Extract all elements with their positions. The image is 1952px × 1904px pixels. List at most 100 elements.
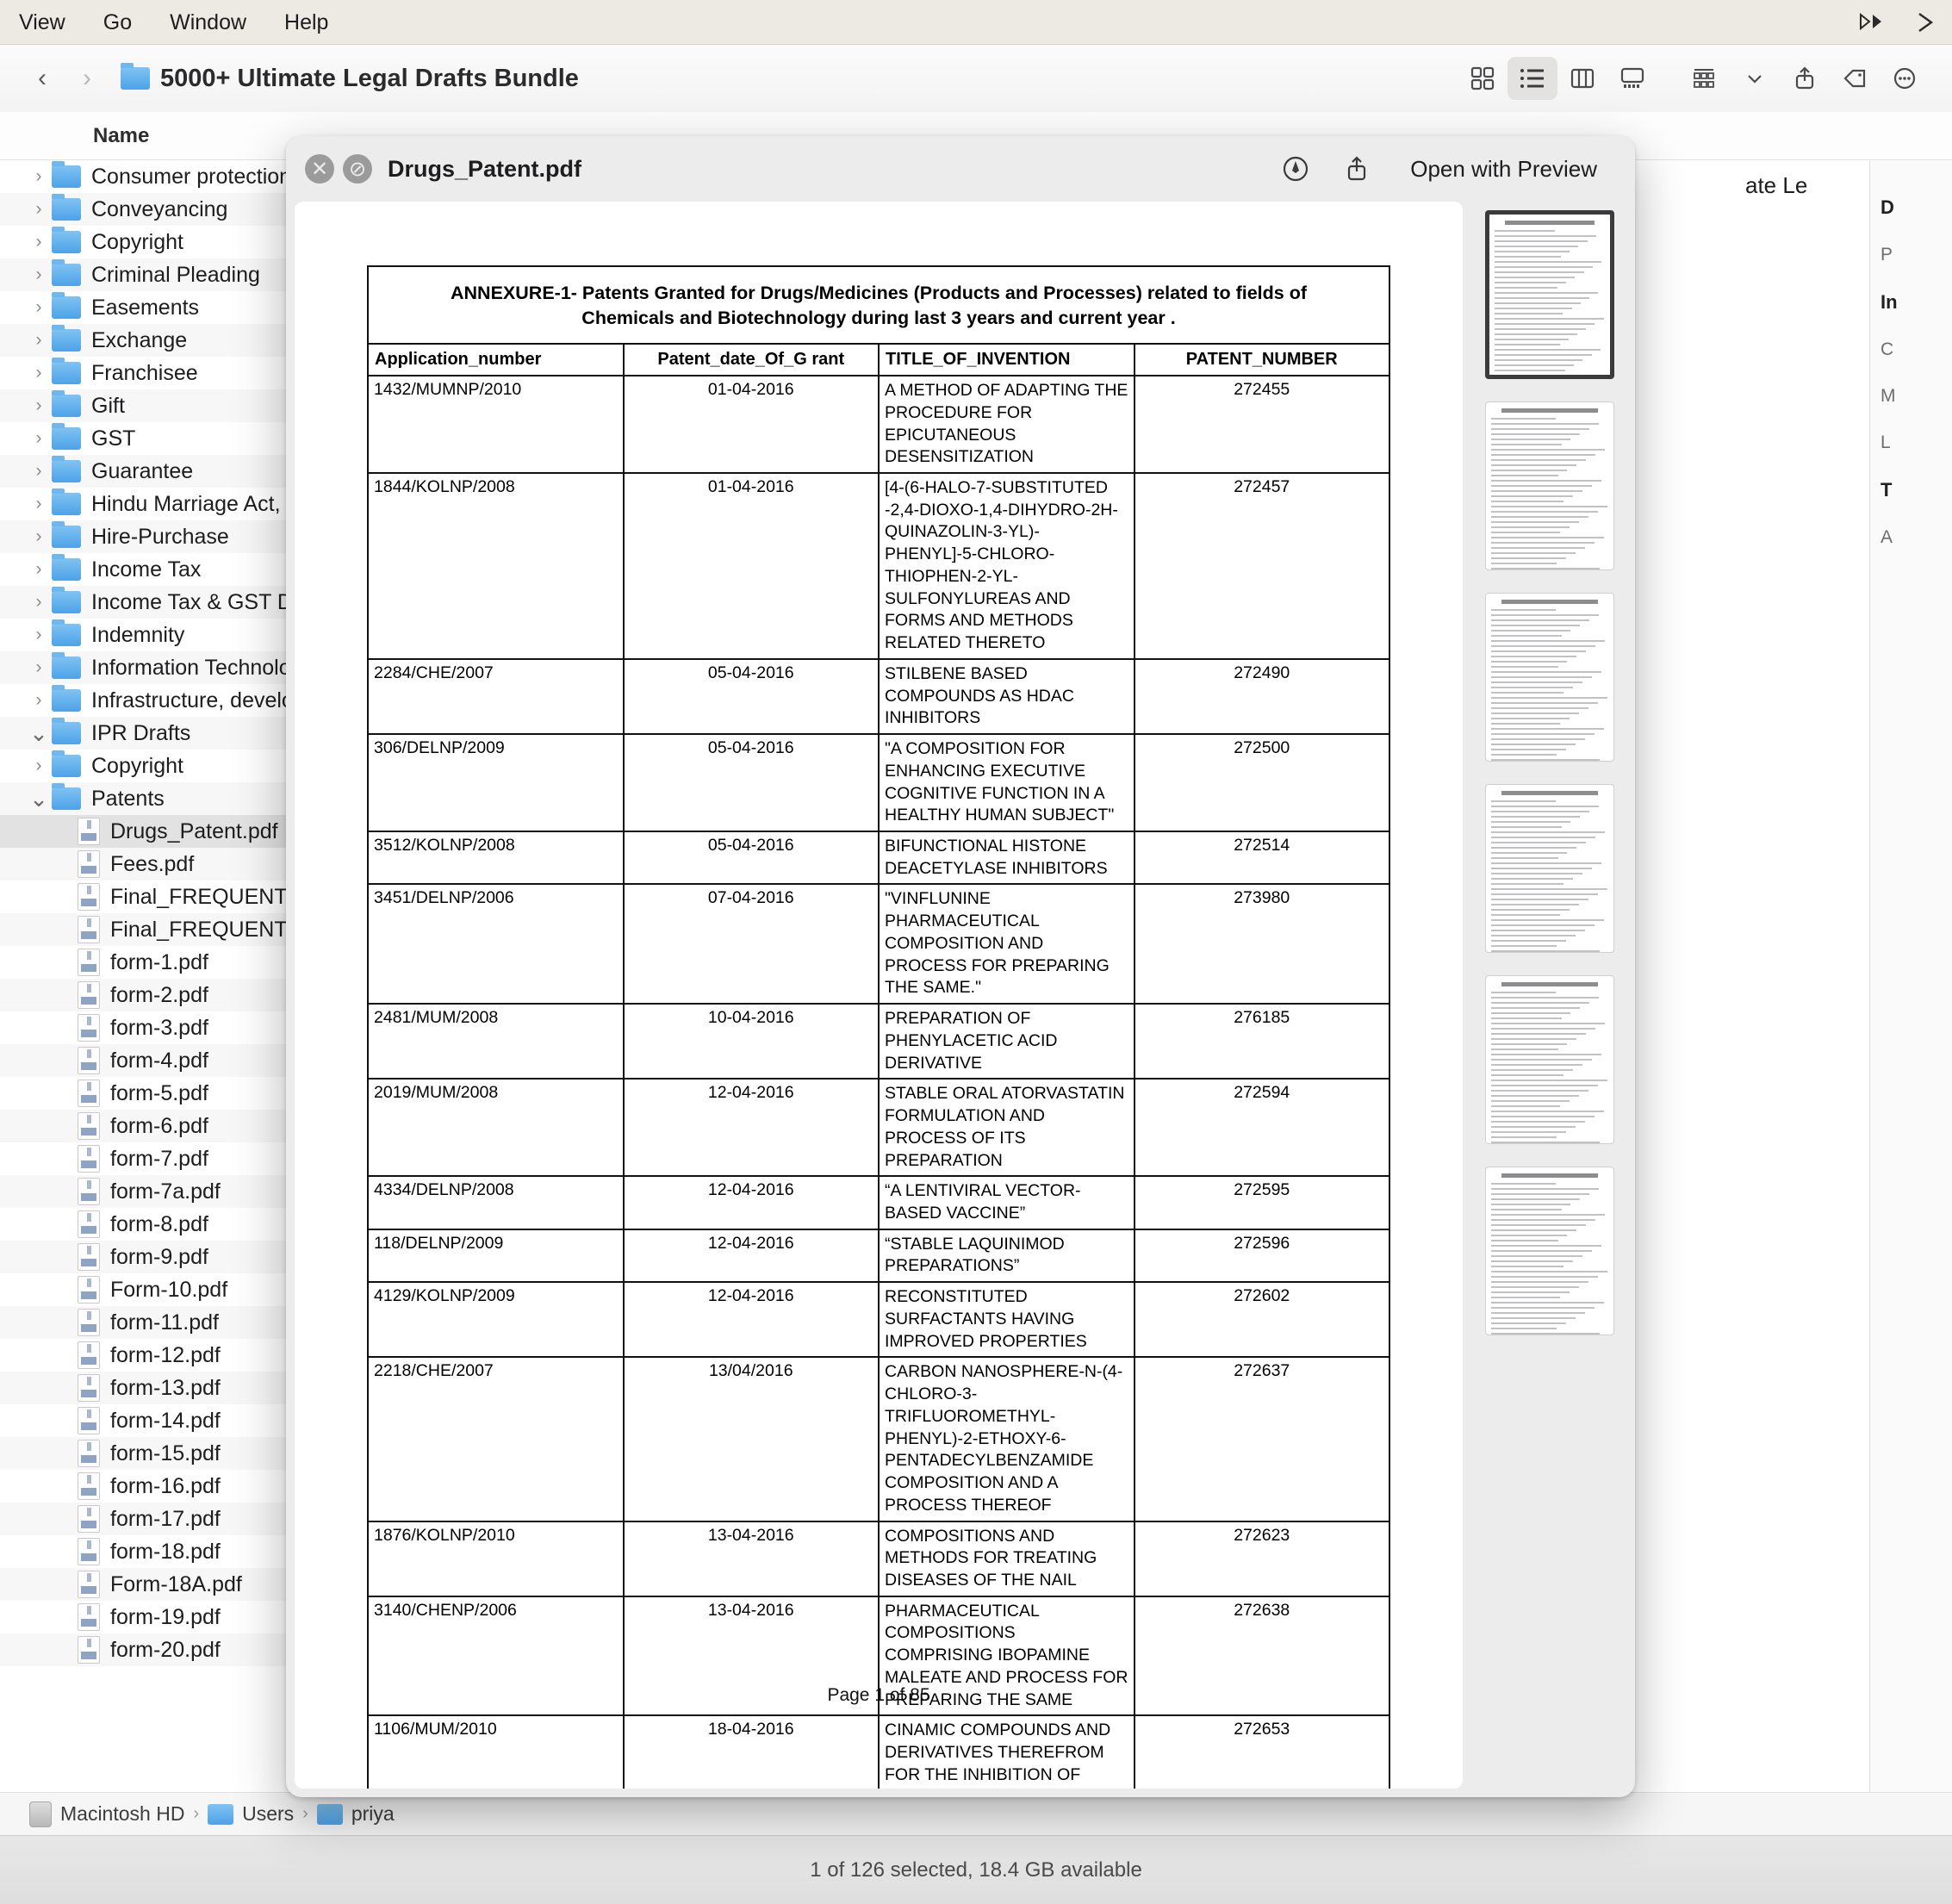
table-cell: 276185 <box>1133 1003 1390 1080</box>
thumbnail-text-line <box>1491 1209 1562 1210</box>
chevron-down-icon[interactable]: ⌄ <box>26 722 52 744</box>
chevron-right-icon[interactable]: › <box>26 330 52 351</box>
column-header-name[interactable]: Name <box>93 124 149 148</box>
table-cell: 05-04-2016 <box>622 830 880 886</box>
menu-item-window[interactable]: Window <box>151 0 265 45</box>
page-thumbnail[interactable] <box>1485 401 1614 570</box>
open-with-preview-button[interactable]: Open with Preview <box>1391 147 1616 190</box>
page-thumbnail[interactable] <box>1485 784 1614 953</box>
folder-icon <box>52 194 81 221</box>
chevron-right-icon[interactable]: › <box>26 526 52 547</box>
chevron-right-icon[interactable]: › <box>26 264 52 285</box>
chevron-down-icon[interactable] <box>1730 57 1780 100</box>
thumbnail-text-line <box>1491 992 1556 993</box>
table-cell: 13/04/2016 <box>622 1356 880 1522</box>
close-icon[interactable]: ✕ <box>305 154 334 184</box>
column-view-button[interactable] <box>1557 57 1607 100</box>
share-button[interactable] <box>1780 57 1830 100</box>
view-mode-group <box>1458 57 1657 100</box>
group-by-button[interactable] <box>1680 57 1730 100</box>
thumbnail-text-line <box>1491 1131 1567 1133</box>
chevron-right-icon[interactable]: › <box>26 428 52 449</box>
no-entry-icon[interactable]: ⊘ <box>343 154 372 184</box>
menu-item-go[interactable]: Go <box>84 0 151 45</box>
chevron-right-icon[interactable]: › <box>26 395 52 416</box>
menu-item-view[interactable]: View <box>0 0 84 45</box>
list-item-label: form-14.pdf <box>110 1408 221 1433</box>
breadcrumb-item-priya[interactable]: priya <box>351 1802 395 1826</box>
table-cell: "A COMPOSITION FOR ENHANCING EXECUTIVE C… <box>878 733 1135 832</box>
table-cell: 12-04-2016 <box>622 1281 880 1359</box>
forward-button[interactable]: › <box>67 59 107 98</box>
share-button[interactable] <box>1333 147 1381 190</box>
table-cell: 01-04-2016 <box>622 375 880 474</box>
back-button[interactable]: ‹ <box>22 59 62 98</box>
chevron-right-icon[interactable]: › <box>26 232 52 252</box>
chevron-right-icon[interactable]: › <box>26 657 52 678</box>
thumbnail-text-line <box>1491 759 1601 761</box>
chevron-right-icon[interactable]: › <box>26 559 52 580</box>
thumbnail-text-line <box>1491 1033 1587 1035</box>
status-bar: 1 of 126 selected, 18.4 GB available <box>0 1835 1952 1904</box>
page-thumbnail[interactable] <box>1485 975 1614 1144</box>
list-item-label: form-11.pdf <box>110 1310 219 1335</box>
info-panel-row: P <box>1881 245 1893 264</box>
tag-button[interactable] <box>1830 57 1880 100</box>
thumbnail-text-line <box>1491 1095 1579 1097</box>
table-cell: 272623 <box>1133 1520 1390 1597</box>
list-item-label: form-4.pdf <box>110 1048 208 1073</box>
markup-button[interactable] <box>1269 147 1322 190</box>
more-actions-button[interactable] <box>1880 57 1930 100</box>
list-item-label: form-7.pdf <box>110 1146 208 1171</box>
thumbnail-text-line <box>1491 728 1604 730</box>
thumbnail-text-line <box>1491 1219 1596 1221</box>
menu-item-help[interactable]: Help <box>265 0 347 45</box>
chevron-right-icon[interactable]: › <box>26 166 52 187</box>
icon-view-button[interactable] <box>1458 57 1508 100</box>
thumbnail-sidebar[interactable] <box>1473 202 1626 1789</box>
thumbnail-text-line <box>1491 428 1590 430</box>
list-item-label: Easements <box>91 295 200 320</box>
control-center-icon[interactable] <box>1842 11 1899 34</box>
folder-icon <box>52 619 81 646</box>
breadcrumb-item-users[interactable]: Users <box>242 1802 294 1826</box>
table-cell: 01-04-2016 <box>622 471 880 660</box>
page-thumbnail[interactable] <box>1485 593 1614 762</box>
thumbnail-text-line <box>1491 1245 1601 1247</box>
thumbnail-text-line <box>1491 1064 1583 1066</box>
thumbnail-text-line <box>1491 1023 1605 1024</box>
table-cell: 3512/KOLNP/2008 <box>367 830 625 886</box>
thumbnail-text-line <box>1491 712 1579 714</box>
page-thumbnail[interactable] <box>1485 1167 1614 1335</box>
siri-icon[interactable] <box>1899 11 1952 34</box>
list-item-label: Patents <box>91 786 165 811</box>
chevron-right-icon[interactable]: › <box>26 297 52 318</box>
thumbnail-text-line <box>1495 282 1567 283</box>
page-thumbnail[interactable] <box>1485 210 1614 379</box>
chevron-right-icon[interactable]: › <box>26 690 52 711</box>
chevron-right-icon[interactable]: › <box>26 756 52 776</box>
table-cell: STILBENE BASED COMPOUNDS AS HDAC INHIBIT… <box>878 657 1135 736</box>
pdf-file-icon <box>78 1505 100 1533</box>
chevron-right-icon[interactable]: › <box>26 363 52 383</box>
thumbnail-text-line <box>1491 697 1607 699</box>
chevron-right-icon[interactable]: › <box>26 461 52 482</box>
thumbnail-text-line <box>1491 893 1598 895</box>
list-item-label: GST <box>91 426 136 451</box>
chevron-right-icon[interactable]: › <box>26 625 52 645</box>
table-cell: 4129/KOLNP/2009 <box>367 1281 625 1359</box>
pdf-preview[interactable]: ANNEXURE-1- Patents Granted for Drugs/Me… <box>295 202 1463 1789</box>
list-item-label: Hire-Purchase <box>91 524 229 549</box>
thumbnail-text-line <box>1491 1312 1585 1314</box>
info-panel-row: L <box>1881 432 1891 452</box>
thumbnail-text-line <box>1491 868 1592 869</box>
pdf-file-icon <box>78 1374 100 1402</box>
folder-title-label: 5000+ Ultimate Legal Drafts Bundle <box>160 64 579 92</box>
gallery-view-button[interactable] <box>1607 57 1657 100</box>
list-view-button[interactable] <box>1508 57 1557 100</box>
chevron-right-icon[interactable]: › <box>26 494 52 514</box>
chevron-down-icon[interactable]: ⌄ <box>26 787 52 810</box>
chevron-right-icon[interactable]: › <box>26 592 52 613</box>
chevron-right-icon[interactable]: › <box>26 199 52 220</box>
breadcrumb-item-macintosh-hd[interactable]: Macintosh HD <box>60 1802 184 1826</box>
